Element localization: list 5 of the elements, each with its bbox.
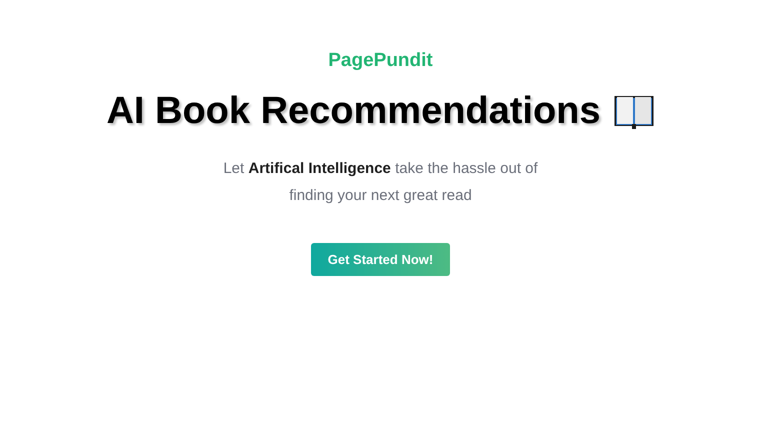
brand-logo: PagePundit (328, 50, 433, 72)
page-heading: AI Book Recommendations (106, 90, 601, 133)
tagline-text: Let Artifical Intelligence take the hassle out of finding your next great read (222, 159, 539, 206)
get-started-button[interactable]: Get Started Now! (310, 243, 450, 276)
open-book-icon (612, 94, 655, 130)
